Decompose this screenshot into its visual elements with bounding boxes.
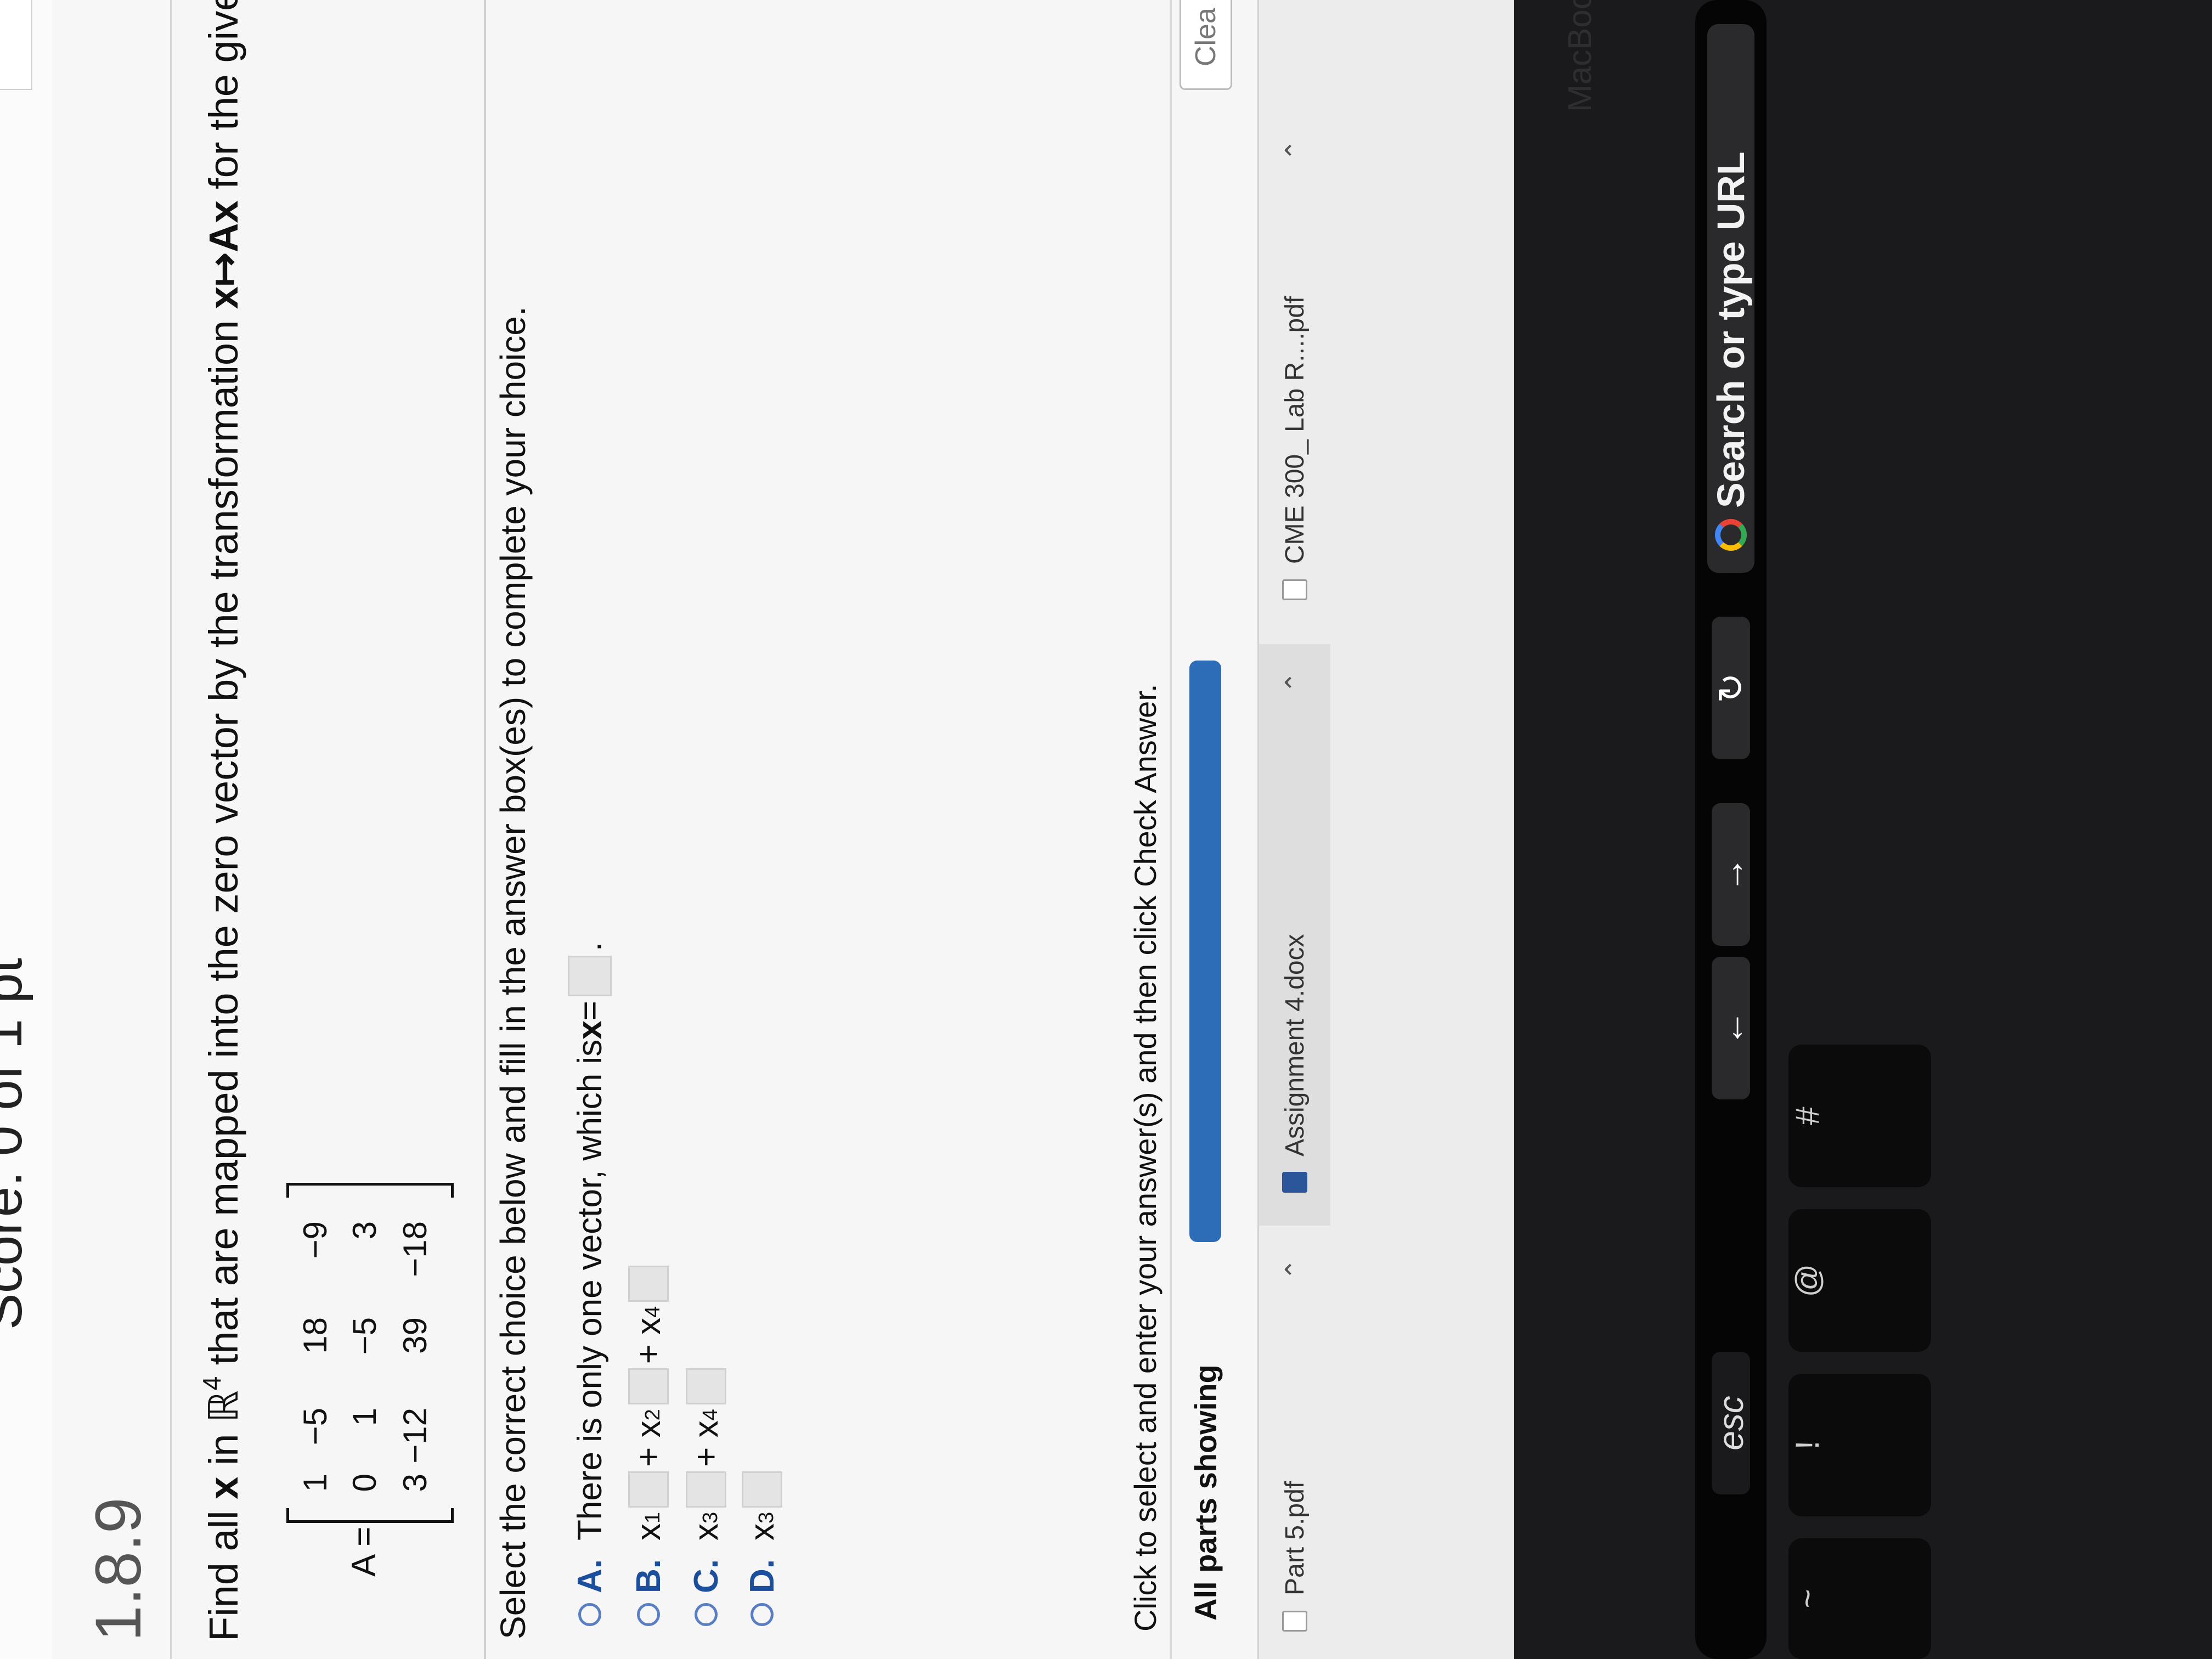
chevron-up-icon[interactable]: ⌃: [1280, 1259, 1311, 1280]
answer-box-c1[interactable]: [686, 1471, 726, 1508]
choice-letter: D.: [743, 1559, 781, 1593]
matrix-cell: 39: [397, 1317, 433, 1354]
answer-box-c2[interactable]: [686, 1368, 726, 1405]
choice-b[interactable]: B. x1 + x2 + x4: [628, 1261, 669, 1626]
answer-box-b2[interactable]: [628, 1368, 669, 1405]
url-placeholder: Search or type URL: [1709, 151, 1752, 508]
download-item[interactable]: Assignment 4.docx: [1259, 644, 1330, 1226]
answer-box-a[interactable]: [568, 956, 612, 997]
matrix-cell: −9: [297, 1221, 334, 1259]
matrix-cell: −5: [297, 1408, 334, 1446]
download-shelf: Part 5.pdf ⌃ Assignment 4.docx ⌃ CME 300…: [1257, 0, 1514, 1659]
choice-letter: B.: [629, 1559, 668, 1593]
answer-box-b1[interactable]: [628, 1471, 669, 1508]
progress-bar: [1189, 661, 1221, 1242]
radio-a[interactable]: [578, 1603, 601, 1626]
bezel-label: MacBook: [1561, 0, 1598, 112]
radio-c[interactable]: [695, 1603, 718, 1626]
parts-showing-label: All parts showing: [1188, 1364, 1223, 1621]
reload-icon[interactable]: ↻: [1711, 617, 1751, 759]
answer-box-b3[interactable]: [628, 1265, 669, 1302]
key-1[interactable]: !: [1788, 1374, 1931, 1516]
instruction-text: Select the correct choice below and fill…: [493, 306, 533, 1639]
question-help-box[interactable]: [0, 0, 32, 90]
matrix-cell: −12: [397, 1408, 433, 1464]
problem-header: [52, 0, 172, 1659]
download-item[interactable]: Part 5.pdf: [1259, 1291, 1330, 1632]
esc-key[interactable]: esc: [1711, 1352, 1751, 1494]
matrix-cell: 1: [346, 1408, 383, 1426]
choice-letter: C.: [687, 1559, 725, 1593]
touchbar-url-field[interactable]: Search or type URL: [1707, 24, 1754, 573]
radio-d[interactable]: [751, 1603, 774, 1626]
choice-letter: A.: [571, 1559, 609, 1593]
forward-arrow-icon[interactable]: →: [1711, 803, 1751, 946]
choice-c[interactable]: C. x3 + x4: [686, 1364, 726, 1626]
choice-a[interactable]: A. There is only one vector, which is x …: [568, 942, 612, 1626]
clear-all-button[interactable]: Clea: [1180, 0, 1232, 90]
matrix-a: 1 −5 18 −9 0 1 −5 3 3 −12 39 −18: [286, 1183, 454, 1523]
score-text: Score: 0 of 1 pt: [0, 957, 33, 1330]
score-bar: Score: 0 of 1 pt: [0, 0, 52, 1659]
download-item[interactable]: CME 300_ Lab R....pdf: [1259, 106, 1330, 600]
chevron-up-icon[interactable]: ⌃: [1280, 139, 1311, 161]
key-tilde[interactable]: ~: [1788, 1538, 1931, 1659]
matrix-cell: 3: [346, 1221, 383, 1240]
pdf-file-icon: [1282, 579, 1307, 600]
word-file-icon: [1282, 1172, 1307, 1193]
back-arrow-icon[interactable]: ←: [1711, 957, 1751, 1099]
problem-number: 1.8.9: [82, 1497, 155, 1641]
pdf-file-icon: [1282, 1611, 1307, 1632]
question-text: Find all x in ℝ4 that are mapped into th…: [198, 0, 246, 1641]
key-3[interactable]: #: [1788, 1045, 1931, 1187]
footer-divider: [1170, 0, 1172, 1659]
click-instruction: Click to select and enter your answer(s)…: [1128, 684, 1163, 1632]
matrix-cell: −5: [346, 1317, 383, 1355]
answer-box-d1[interactable]: [742, 1471, 782, 1508]
right-bracket: [286, 1183, 454, 1198]
matrix-cell: 18: [297, 1317, 334, 1354]
matrix-cell: −18: [397, 1221, 433, 1277]
google-icon: [1715, 519, 1747, 551]
choice-d[interactable]: D. x3: [742, 1467, 782, 1626]
key-2[interactable]: @: [1788, 1209, 1931, 1352]
chevron-up-icon[interactable]: ⌃: [1280, 672, 1311, 693]
browser-screen: Score: 0 of 1 pt 1.8.9 Find all x in ℝ4 …: [0, 0, 1514, 1659]
radio-b[interactable]: [637, 1603, 660, 1626]
section-divider: [484, 0, 486, 1659]
